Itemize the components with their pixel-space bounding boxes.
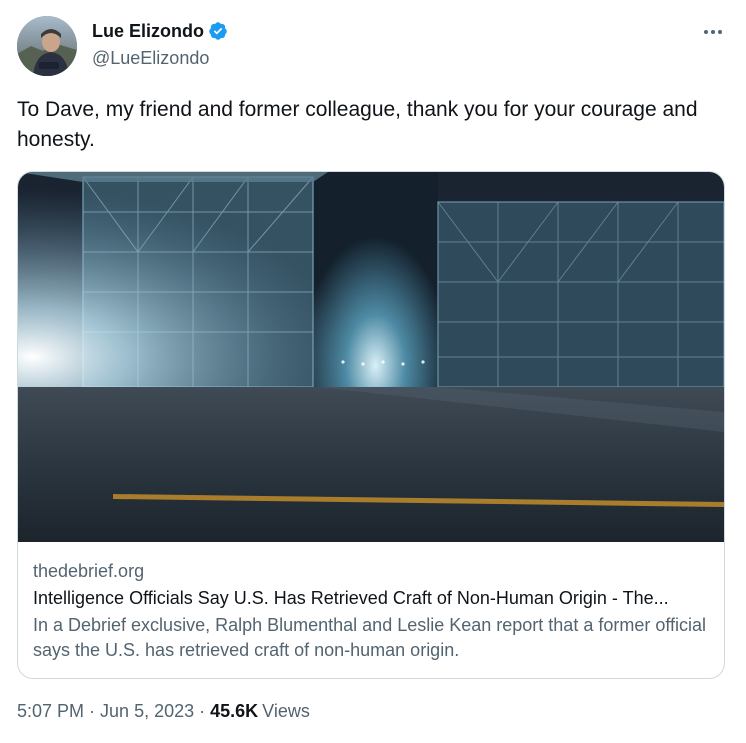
card-title[interactable]: Intelligence Officials Say U.S. Has Retr… <box>33 587 713 609</box>
author-name-row[interactable]: Lue Elizondo <box>92 20 228 42</box>
author-display-name[interactable]: Lue Elizondo <box>92 20 204 42</box>
views-label: Views <box>262 701 310 721</box>
card-image-hangar[interactable] <box>18 172 724 542</box>
more-options-icon[interactable] <box>700 22 726 42</box>
avatar[interactable] <box>17 16 77 76</box>
tweet-date[interactable]: Jun 5, 2023 <box>100 700 194 722</box>
tweet-time[interactable]: 5:07 PM <box>17 700 84 722</box>
separator: · <box>199 701 206 721</box>
card-meta[interactable]: thedebrief.org Intelligence Officials Sa… <box>18 543 724 678</box>
author-handle[interactable]: @LueElizondo <box>92 47 209 69</box>
card-domain: thedebrief.org <box>33 561 145 581</box>
avatar-photo <box>17 16 77 76</box>
tweet-text: To Dave, my friend and former colleague,… <box>17 98 698 151</box>
verified-badge-icon <box>209 22 227 40</box>
tweet: Lue Elizondo @LueElizondo To Dave, my fr… <box>0 0 746 743</box>
card-description: In a Debrief exclusive, Ralph Blumenthal… <box>33 615 707 660</box>
separator: · <box>89 701 96 721</box>
views-count[interactable]: 45.6K <box>210 700 258 722</box>
tweet-footer: 5:07 PM · Jun 5, 2023 · 45.6K Views <box>17 700 310 722</box>
link-card[interactable]: thedebrief.org Intelligence Officials Sa… <box>17 171 725 679</box>
